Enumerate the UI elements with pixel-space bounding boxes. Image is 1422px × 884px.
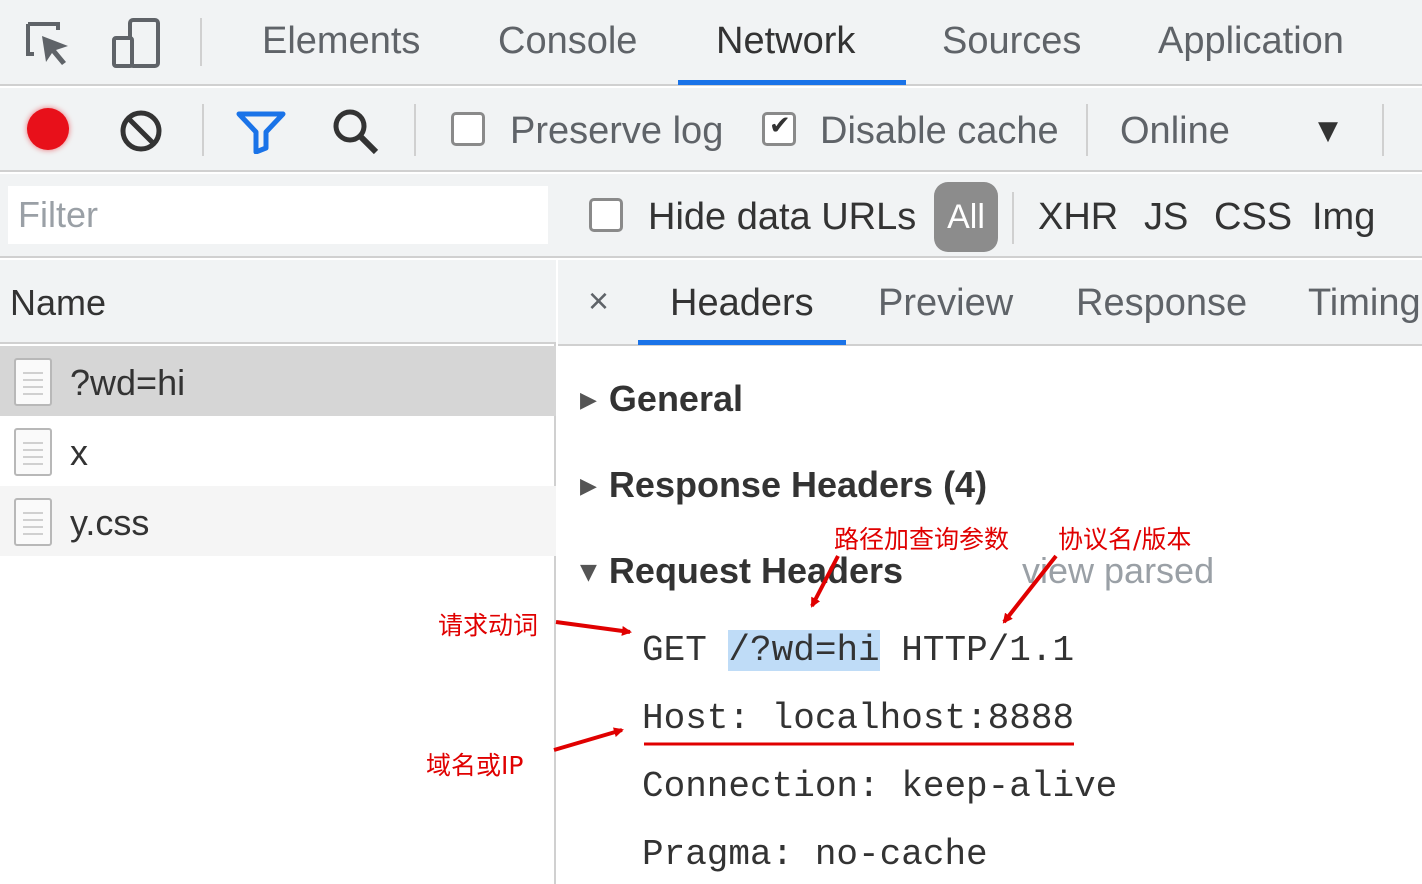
header-connection: Connection: keep-alive bbox=[642, 766, 1118, 807]
disable-cache-checkbox[interactable] bbox=[762, 111, 796, 146]
preserve-log-label: Preserve log bbox=[510, 110, 724, 152]
tab-timing[interactable]: Timing bbox=[1308, 282, 1421, 325]
toolbar-divider bbox=[200, 18, 202, 66]
request-row[interactable]: x bbox=[0, 416, 556, 486]
request-list: Name ?wd=hi x y.css bbox=[0, 260, 556, 884]
header-pragma: Pragma: no-cache bbox=[642, 834, 988, 875]
hide-data-urls-label: Hide data URLs bbox=[648, 196, 917, 238]
tab-console[interactable]: Console bbox=[498, 20, 637, 63]
document-icon bbox=[14, 358, 52, 406]
type-filter-img[interactable]: Img bbox=[1312, 196, 1375, 239]
record-button[interactable] bbox=[27, 108, 69, 150]
annotation-protocol: 协议名/版本 bbox=[1058, 525, 1192, 554]
request-row[interactable]: ?wd=hi bbox=[0, 346, 556, 416]
preserve-log-checkbox[interactable] bbox=[451, 112, 485, 146]
tab-elements[interactable]: Elements bbox=[262, 20, 420, 63]
annotation-verb: 请求动词 bbox=[438, 611, 539, 640]
request-protocol: HTTP/1.1 bbox=[901, 630, 1075, 671]
devtools-tabbar: Elements Console Network Sources Applica… bbox=[0, 0, 1422, 86]
document-icon bbox=[14, 428, 52, 476]
request-name: x bbox=[70, 432, 88, 473]
active-tab-indicator bbox=[678, 80, 906, 85]
type-filter-js[interactable]: JS bbox=[1144, 196, 1188, 239]
name-column-header[interactable]: Name bbox=[0, 260, 556, 344]
tab-network[interactable]: Network bbox=[716, 20, 855, 63]
request-name: ?wd=hi bbox=[70, 362, 186, 403]
tab-headers[interactable]: Headers bbox=[670, 282, 814, 325]
tab-preview[interactable]: Preview bbox=[878, 282, 1013, 325]
close-icon[interactable]: × bbox=[588, 280, 609, 322]
annotation-host: 域名或IP bbox=[426, 751, 524, 780]
network-toolbar: Preserve log Disable cache Online ▼ bbox=[0, 88, 1422, 172]
type-filter-xhr[interactable]: XHR bbox=[1038, 196, 1118, 239]
request-method: GET bbox=[642, 630, 707, 671]
general-section-toggle[interactable]: ▶ General bbox=[580, 378, 743, 420]
device-toolbar-icon[interactable] bbox=[110, 16, 164, 70]
request-name: y.css bbox=[70, 502, 150, 543]
toolbar-divider bbox=[1382, 104, 1384, 156]
name-column-label: Name bbox=[10, 282, 107, 323]
request-line: GET /?wd=hi HTTP/1.1 bbox=[642, 630, 1074, 671]
chevron-down-icon[interactable]: ▼ bbox=[1318, 116, 1338, 146]
search-icon[interactable] bbox=[330, 106, 380, 156]
request-row[interactable]: y.css bbox=[0, 486, 556, 556]
arrow-to-host bbox=[553, 727, 624, 752]
type-filter-all[interactable]: All bbox=[934, 182, 998, 252]
expand-triangle-icon: ▶ bbox=[580, 474, 597, 499]
document-icon bbox=[14, 498, 52, 546]
hide-data-urls-checkbox[interactable] bbox=[589, 198, 623, 232]
toolbar-divider bbox=[1086, 104, 1088, 156]
filter-icon[interactable] bbox=[236, 110, 286, 155]
detail-tabbar: × Headers Preview Response Timing bbox=[558, 260, 1422, 346]
toolbar-divider bbox=[202, 104, 204, 156]
toolbar-divider bbox=[414, 104, 416, 156]
request-headers-label: Request Headers bbox=[608, 550, 904, 591]
request-path: /?wd=hi bbox=[728, 630, 880, 671]
clear-icon[interactable] bbox=[118, 108, 164, 154]
type-filter-css[interactable]: CSS bbox=[1214, 196, 1292, 239]
arrow-to-verb bbox=[555, 620, 632, 636]
collapse-triangle-icon: ▼ bbox=[580, 560, 597, 585]
view-parsed-link[interactable]: view parsed bbox=[1022, 550, 1214, 592]
expand-triangle-icon: ▶ bbox=[580, 388, 597, 413]
tab-application[interactable]: Application bbox=[1158, 20, 1344, 63]
general-section-label: General bbox=[608, 378, 743, 419]
active-tab-indicator bbox=[638, 340, 846, 345]
tab-response[interactable]: Response bbox=[1076, 282, 1247, 325]
request-headers-section-toggle[interactable]: ▼ Request Headers bbox=[580, 550, 903, 592]
response-headers-label: Response Headers (4) bbox=[608, 464, 988, 505]
header-host: Host: localhost:8888 bbox=[642, 698, 1075, 739]
filter-bar: Hide data URLs All XHR JS CSS Img bbox=[0, 174, 1422, 258]
throttling-select[interactable]: Online bbox=[1120, 110, 1230, 153]
response-headers-section-toggle[interactable]: ▶ Response Headers (4) bbox=[580, 464, 987, 506]
filter-input[interactable] bbox=[8, 186, 548, 244]
annotation-path: 路径加查询参数 bbox=[834, 525, 1010, 554]
inspect-element-icon[interactable] bbox=[22, 16, 76, 70]
tab-sources[interactable]: Sources bbox=[942, 20, 1081, 63]
toolbar-divider bbox=[1012, 192, 1014, 244]
disable-cache-label: Disable cache bbox=[820, 110, 1059, 152]
